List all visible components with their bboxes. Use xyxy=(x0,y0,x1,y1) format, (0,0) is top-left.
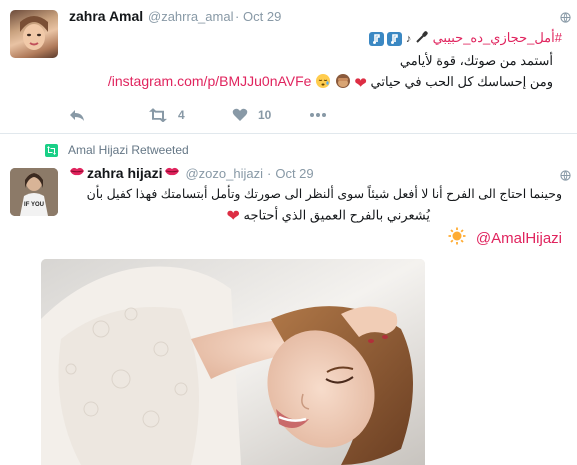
microphone-icon xyxy=(415,30,429,47)
author-name[interactable]: zahra hijazi xyxy=(87,165,162,181)
like-count: 10 xyxy=(258,108,272,122)
more-button[interactable] xyxy=(310,104,326,126)
see-no-evil-monkey-emoji xyxy=(335,73,351,92)
avatar-zahra-hijazi[interactable]: IF YOU xyxy=(10,168,58,216)
retweet-count: 4 xyxy=(178,108,185,122)
svg-text:IF YOU: IF YOU xyxy=(24,202,44,208)
author-name[interactable]: zahra Amal xyxy=(69,8,143,24)
red-heart-emoji: ❤ xyxy=(354,74,367,92)
lips-emoji xyxy=(164,164,180,182)
retweet-badge-icon xyxy=(45,143,58,157)
reply-button[interactable] xyxy=(69,104,85,126)
photo-image[interactable] xyxy=(41,259,425,465)
tweet-1[interactable]: zahra Amal @zahrra_amal · Oct 29 #أمل_حج… xyxy=(0,0,577,134)
retweeted-by-label[interactable]: Amal Hijazi Retweeted xyxy=(68,143,189,157)
globe-icon xyxy=(560,170,571,181)
tweet-timestamp[interactable]: Oct 29 xyxy=(243,9,281,24)
retweet-button[interactable]: 4 xyxy=(148,104,185,126)
lips-emoji xyxy=(69,164,85,182)
author-line: zahra hijazi @zozo_hijazi · Oct 29 xyxy=(69,164,314,182)
reply-icon xyxy=(70,110,84,121)
author-handle[interactable]: @zozo_hijazi xyxy=(185,166,263,181)
tweet-2[interactable]: Amal Hijazi Retweeted IF YOU zahra hijaz… xyxy=(0,134,577,465)
sleepy-face-emoji xyxy=(315,73,331,92)
tweet-line-2: أستمد من صوتك، قوة لأيامي xyxy=(399,53,553,68)
tweet-line-2: يُشعرني بالفرح العميق الذي أحتاجه ❤ xyxy=(226,206,430,226)
tweet-line-1: #أمل_حجازي_ده_حبيبي ♪ xyxy=(368,30,562,47)
author-handle[interactable]: @zahrra_amal xyxy=(148,9,233,24)
like-button[interactable]: 10 xyxy=(232,104,271,126)
tweet-line-3: ومن إحساسك كل الحب في حياتي ❤ instagram.… xyxy=(108,73,553,92)
tweet-line-3: @AmalHijazi xyxy=(448,227,562,250)
retweet-context: Amal Hijazi Retweeted xyxy=(45,143,189,157)
tweet-timestamp[interactable]: Oct 29 xyxy=(275,166,313,181)
musical-note-icon xyxy=(387,31,403,46)
time-separator: · xyxy=(235,9,240,24)
instagram-link[interactable]: instagram.com/p/BMJJu0nAVFe/ xyxy=(108,73,312,89)
hashtag-link[interactable]: #أمل_حجازي_ده_حبيبي xyxy=(433,30,562,45)
more-icon xyxy=(310,113,326,117)
mention-amalhijazi[interactable]: @AmalHijazi xyxy=(476,230,562,247)
heart-icon xyxy=(232,108,248,121)
sun-emoji xyxy=(448,227,466,250)
red-heart-emoji: ❤ xyxy=(226,208,240,225)
tweet-line-2-text: يُشعرني بالفرح العميق الذي أحتاجه xyxy=(243,207,430,223)
musical-note-icon: ♪ xyxy=(405,32,412,45)
avatar-zahra-amal[interactable] xyxy=(10,10,58,58)
tweet-line-1: وحينما احتاج الى الفرح أنا لا أفعل شيئاً… xyxy=(86,187,562,201)
musical-note-icon xyxy=(368,31,384,46)
retweet-icon xyxy=(149,108,167,122)
time-separator: · xyxy=(266,165,272,181)
tweet-line-3-text: ومن إحساسك كل الحب في حياتي xyxy=(370,74,553,89)
globe-icon xyxy=(560,12,571,23)
